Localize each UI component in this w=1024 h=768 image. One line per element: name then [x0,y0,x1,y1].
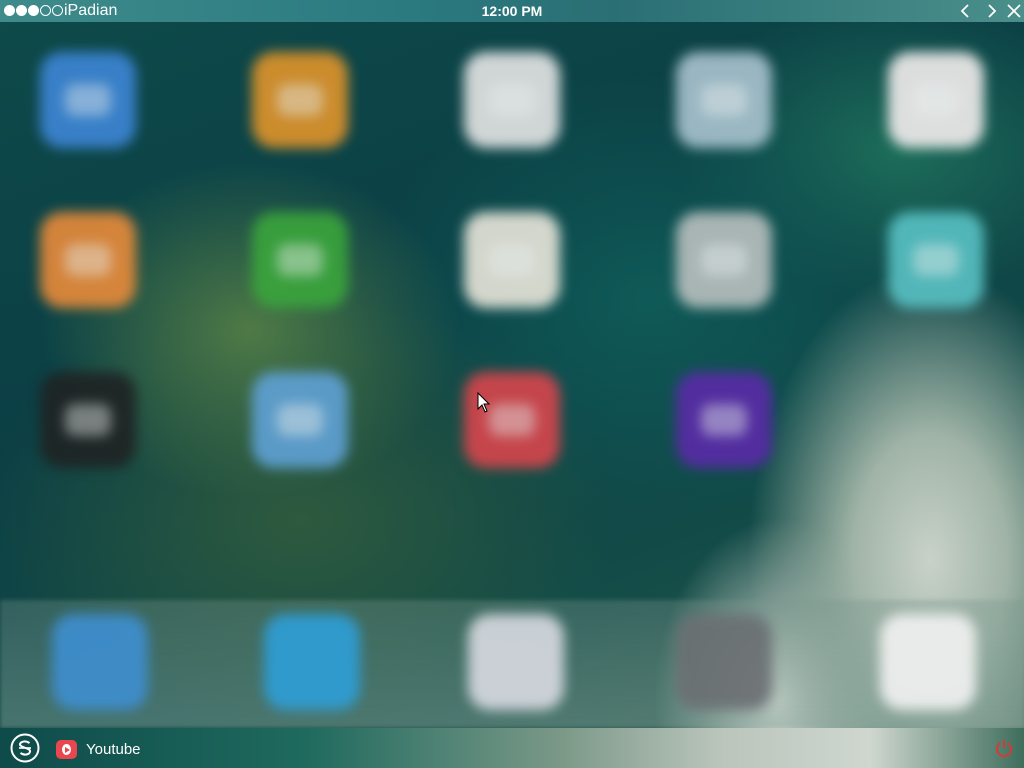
dock-settings-icon[interactable] [676,614,772,710]
app-dark-icon[interactable] [40,372,136,468]
taskbar-app-label: Youtube [86,740,141,758]
power-icon [996,740,1012,757]
app-green-message-icon[interactable] [252,212,348,308]
dock-mail-icon[interactable] [264,614,360,710]
app-gray-icon[interactable] [676,212,772,308]
dock-safari-icon[interactable] [52,614,148,710]
app-purple-glyph [701,404,747,436]
forward-button[interactable] [983,3,999,19]
signal-dot-empty [40,5,51,16]
chevron-left-icon [960,4,969,18]
app-red-glyph [489,404,535,436]
dock-photos-icon[interactable] [880,614,976,710]
taskbar-app-youtube[interactable]: Youtube [56,738,141,760]
mouse-cursor-icon [477,392,491,413]
app-heart-glyph [913,84,959,116]
app-light-blue-glyph [701,84,747,116]
app-title: iPadian [64,2,118,19]
app-heart-icon[interactable] [888,52,984,148]
app-dark-glyph [65,404,111,436]
app-teal-icon[interactable] [888,212,984,308]
app-orange-grid-glyph [277,84,323,116]
app-clock-glyph [489,84,535,116]
app-red-icon[interactable] [464,372,560,468]
taskbar: Youtube [0,728,1024,768]
app-purple-icon[interactable] [676,372,772,468]
app-green-message-glyph [277,244,323,276]
app-gray-glyph [701,244,747,276]
youtube-icon [56,739,77,759]
power-button[interactable] [994,738,1014,758]
app-clock-icon[interactable] [464,52,560,148]
dock-music-icon[interactable] [468,614,564,710]
close-icon [1007,4,1021,18]
app-blue-glyph [65,84,111,116]
title-bar: iPadian 12:00 PM [0,0,1024,22]
ipadian-logo-icon [10,733,40,763]
signal-indicator [4,5,63,16]
app-weather-icon[interactable] [252,372,348,468]
signal-dot-filled [28,5,39,16]
signal-dot-empty [52,5,63,16]
back-button[interactable] [958,3,974,19]
chevron-right-icon [988,4,997,18]
app-teal-glyph [913,244,959,276]
app-orange-card-glyph [65,244,111,276]
app-orange-grid-icon[interactable] [252,52,348,148]
home-screen-grid [0,22,1024,612]
app-weather-glyph [277,404,323,436]
clock: 12:00 PM [481,3,543,19]
close-button[interactable] [1006,3,1022,19]
signal-dot-filled [4,5,15,16]
app-notes-glyph [489,244,535,276]
app-notes-icon[interactable] [464,212,560,308]
app-orange-card-icon[interactable] [40,212,136,308]
signal-dot-filled [16,5,27,16]
app-light-blue-icon[interactable] [676,52,772,148]
app-blue-icon[interactable] [40,52,136,148]
launcher-button[interactable] [10,733,40,763]
